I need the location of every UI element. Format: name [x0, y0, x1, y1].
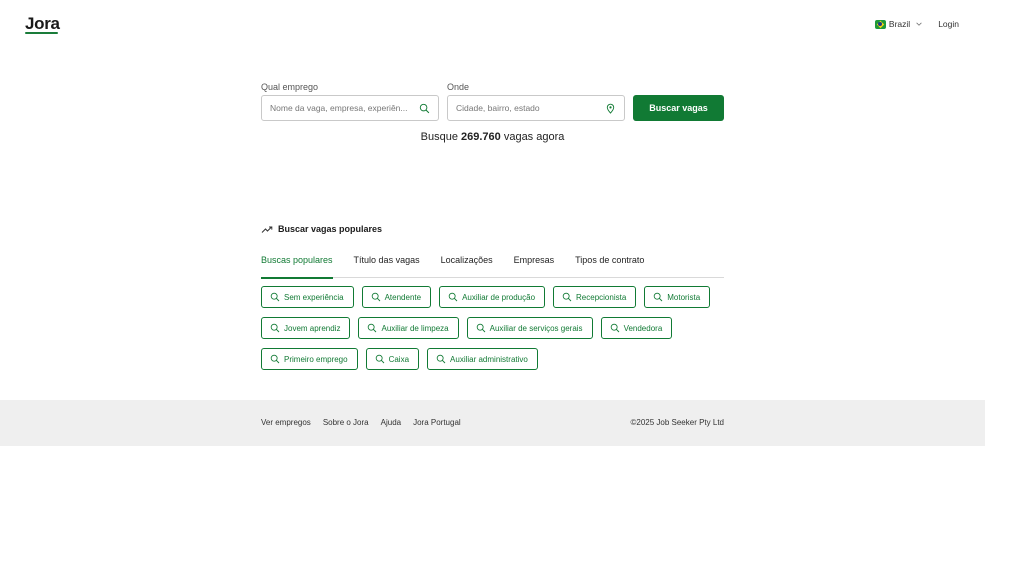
chip-auxiliar-de-producao[interactable]: Auxiliar de produção [439, 286, 546, 308]
chip-auxiliar-administrativo[interactable]: Auxiliar administrativo [427, 348, 538, 370]
count-value: 269.760 [461, 131, 501, 143]
where-input[interactable] [456, 103, 601, 113]
header-right: Brazil Login [874, 19, 959, 29]
chip-label: Vendedora [623, 323, 663, 333]
search-icon [270, 323, 280, 333]
jora-logo[interactable]: Jora [25, 14, 60, 34]
footer-link-ajuda[interactable]: Ajuda [381, 418, 401, 427]
chip-label: Sem experiência [284, 292, 344, 302]
footer: Ver empregos Sobre o Jora Ajuda Jora Por… [0, 400, 985, 446]
search-icon [476, 323, 485, 333]
chip-auxiliar-de-servicos-gerais[interactable]: Auxiliar de serviços gerais [466, 317, 593, 339]
chip-auxiliar-de-limpeza[interactable]: Auxiliar de limpeza [358, 317, 459, 339]
chip-jovem-aprendiz[interactable]: Jovem aprendiz [261, 317, 351, 339]
chip-label: Recepcionista [576, 292, 627, 302]
footer-links: Ver empregos Sobre o Jora Ajuda Jora Por… [261, 418, 473, 427]
popular-tabs: Buscas populares Título das vagas Locali… [261, 255, 724, 279]
chip-label: Auxiliar de limpeza [381, 323, 449, 333]
chip-label: Atendente [384, 292, 422, 302]
search-icon [270, 354, 280, 364]
trending-up-icon [261, 226, 273, 233]
chip-atendente[interactable]: Atendente [361, 286, 432, 308]
count-suffix: vagas agora [503, 131, 565, 143]
chevron-down-icon [916, 22, 922, 26]
chip-label: Caixa [388, 354, 410, 364]
chip-label: Auxiliar administrativo [450, 354, 528, 364]
where-label: Onde [447, 82, 470, 92]
search-icon [375, 354, 384, 364]
chip-sem-experiencia[interactable]: Sem experiência [261, 286, 354, 308]
chip-caixa[interactable]: Caixa [365, 348, 420, 370]
chip-row: Jovem aprendiz Auxiliar de limpeza Auxil… [261, 317, 731, 339]
footer-link-sobre-o-jora[interactable]: Sobre o Jora [323, 418, 369, 427]
search-icon [610, 323, 619, 333]
logo-underline [25, 32, 58, 34]
what-label: Qual emprego [261, 82, 319, 92]
search-icon [368, 323, 377, 333]
search-icon [419, 103, 430, 113]
chip-label: Auxiliar de serviços gerais [489, 323, 583, 333]
copyright: ©2025 Job Seeker Pty Ltd [630, 418, 724, 427]
popular-search-chips: Sem experiência Atendente Auxiliar de pr… [261, 286, 731, 379]
search-icon [436, 354, 446, 364]
chip-label: Motorista [667, 292, 701, 302]
chip-row: Sem experiência Atendente Auxiliar de pr… [261, 286, 731, 308]
search-icon [270, 292, 280, 302]
where-field [447, 95, 625, 121]
tab-buscas-populares[interactable]: Buscas populares [261, 255, 333, 279]
chip-primeiro-emprego[interactable]: Primeiro emprego [261, 348, 358, 370]
chip-recepcionista[interactable]: Recepcionista [553, 286, 637, 308]
tab-titulo-das-vagas[interactable]: Título das vagas [354, 255, 420, 278]
footer-link-jora-portugal[interactable]: Jora Portugal [413, 418, 461, 427]
search-button[interactable]: Buscar vagas [633, 95, 724, 121]
chip-label: Jovem aprendiz [284, 323, 341, 333]
country-selector[interactable]: Brazil [874, 19, 923, 29]
what-input[interactable] [270, 103, 415, 113]
chip-row: Primeiro emprego Caixa Auxiliar administ… [261, 348, 731, 370]
tab-localizacoes[interactable]: Localizações [441, 255, 493, 278]
location-pin-icon [606, 103, 615, 114]
popular-section-title: Buscar vagas populares [261, 224, 382, 234]
tab-empresas[interactable]: Empresas [514, 255, 555, 278]
search-icon [448, 292, 458, 302]
search-icon [371, 292, 380, 302]
search-icon [654, 292, 663, 302]
chip-label: Auxiliar de produção [462, 292, 536, 302]
popular-title-text: Buscar vagas populares [278, 224, 383, 234]
tab-tipos-de-contrato[interactable]: Tipos de contrato [575, 255, 644, 278]
chip-motorista[interactable]: Motorista [644, 286, 711, 308]
brazil-flag-icon [874, 19, 886, 29]
country-label: Brazil [888, 19, 911, 29]
chip-vendedora[interactable]: Vendedora [600, 317, 673, 339]
what-field [261, 95, 439, 121]
search-icon [562, 292, 572, 302]
footer-link-ver-empregos[interactable]: Ver empregos [261, 418, 311, 427]
chip-label: Primeiro emprego [284, 354, 348, 364]
job-count: Busque 269.760 vagas agora [261, 131, 724, 143]
login-link[interactable]: Login [938, 19, 959, 29]
count-prefix: Busque [420, 131, 458, 143]
